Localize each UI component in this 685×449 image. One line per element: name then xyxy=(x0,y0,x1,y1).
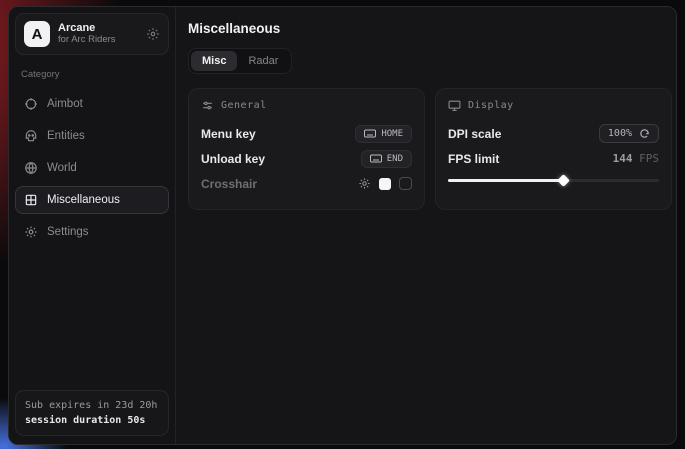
dpi-scale-value: 100% xyxy=(608,128,632,139)
sidebar-item-entities[interactable]: Entities xyxy=(15,122,169,150)
dpi-scale-row: DPI scale 100% xyxy=(448,122,659,145)
dpi-scale-label: DPI scale xyxy=(448,127,501,141)
sidebar-spacer xyxy=(15,248,169,390)
display-panel-title: Display xyxy=(468,100,514,111)
brand-card: A Arcane for Arc Riders xyxy=(15,13,169,55)
grid-icon xyxy=(24,193,38,207)
crosshair-checkbox[interactable] xyxy=(399,177,412,190)
gear-icon[interactable] xyxy=(146,27,160,41)
keyboard-icon xyxy=(364,129,376,138)
app-window: A Arcane for Arc Riders Category Aimbot … xyxy=(8,6,677,445)
sidebar-item-settings[interactable]: Settings xyxy=(15,218,169,246)
unload-key-bind-button[interactable]: END xyxy=(361,150,412,168)
general-panel-header: General xyxy=(201,99,412,112)
sidebar-item-label: World xyxy=(47,162,77,174)
sidebar: A Arcane for Arc Riders Category Aimbot … xyxy=(9,7,176,444)
page-title: Miscellaneous xyxy=(188,21,672,36)
globe-icon xyxy=(24,161,38,175)
brand-text: Arcane for Arc Riders xyxy=(58,22,138,46)
fps-slider-thumb[interactable] xyxy=(557,174,570,187)
fps-slider-fill xyxy=(448,179,564,182)
menu-key-row: Menu key HOME xyxy=(201,122,412,145)
crosshair-controls xyxy=(358,177,412,190)
sidebar-item-label: Miscellaneous xyxy=(47,194,120,206)
menu-key-bind-value: HOME xyxy=(381,129,403,139)
fps-limit-slider[interactable] xyxy=(448,174,659,186)
crosshair-row: Crosshair xyxy=(201,172,412,195)
tab-bar: Misc Radar xyxy=(188,48,292,74)
menu-key-bind-button[interactable]: HOME xyxy=(355,125,412,143)
general-panel: General Menu key HOME Unload key xyxy=(188,88,425,210)
tab-radar[interactable]: Radar xyxy=(237,51,289,71)
crosshair-color-swatch[interactable] xyxy=(379,178,391,190)
fps-number: 144 xyxy=(613,152,633,165)
monitor-icon xyxy=(448,99,461,112)
crosshair-icon xyxy=(24,97,38,111)
sidebar-item-world[interactable]: World xyxy=(15,154,169,182)
display-panel: Display DPI scale 100% FPS limit 144 xyxy=(435,88,672,210)
gear-icon[interactable] xyxy=(358,177,371,190)
fps-limit-value: 144 FPS xyxy=(613,152,659,165)
unload-key-row: Unload key END xyxy=(201,147,412,170)
entities-icon xyxy=(24,129,38,143)
crosshair-label: Crosshair xyxy=(201,177,257,191)
sidebar-item-label: Aimbot xyxy=(47,98,83,110)
tab-misc[interactable]: Misc xyxy=(191,51,237,71)
panels-row: General Menu key HOME Unload key xyxy=(188,88,672,210)
display-panel-header: Display xyxy=(448,99,659,112)
gear-icon xyxy=(24,225,38,239)
app-subtitle: for Arc Riders xyxy=(58,35,138,46)
unload-key-bind-value: END xyxy=(387,154,403,164)
dpi-scale-control[interactable]: 100% xyxy=(599,124,659,143)
sidebar-item-miscellaneous[interactable]: Miscellaneous xyxy=(15,186,169,214)
sidebar-item-label: Settings xyxy=(47,226,89,238)
keyboard-icon xyxy=(370,154,382,163)
app-name: Arcane xyxy=(58,22,138,35)
sliders-icon xyxy=(201,99,214,112)
sub-expires-text: Sub expires in 23d 20h xyxy=(25,398,159,413)
unload-key-label: Unload key xyxy=(201,152,265,166)
refresh-icon[interactable] xyxy=(639,128,650,139)
sidebar-item-label: Entities xyxy=(47,130,85,142)
menu-key-label: Menu key xyxy=(201,127,256,141)
fps-limit-row: FPS limit 144 FPS xyxy=(448,147,659,170)
app-logo: A xyxy=(24,21,50,47)
category-label: Category xyxy=(21,69,169,80)
session-duration-text: session duration 50s xyxy=(25,413,159,428)
fps-unit: FPS xyxy=(639,152,659,165)
general-panel-title: General xyxy=(221,100,267,111)
main-content: Miscellaneous Misc Radar General Menu ke… xyxy=(176,7,677,444)
fps-limit-label: FPS limit xyxy=(448,152,499,166)
sidebar-item-aimbot[interactable]: Aimbot xyxy=(15,90,169,118)
subscription-card: Sub expires in 23d 20h session duration … xyxy=(15,390,169,436)
